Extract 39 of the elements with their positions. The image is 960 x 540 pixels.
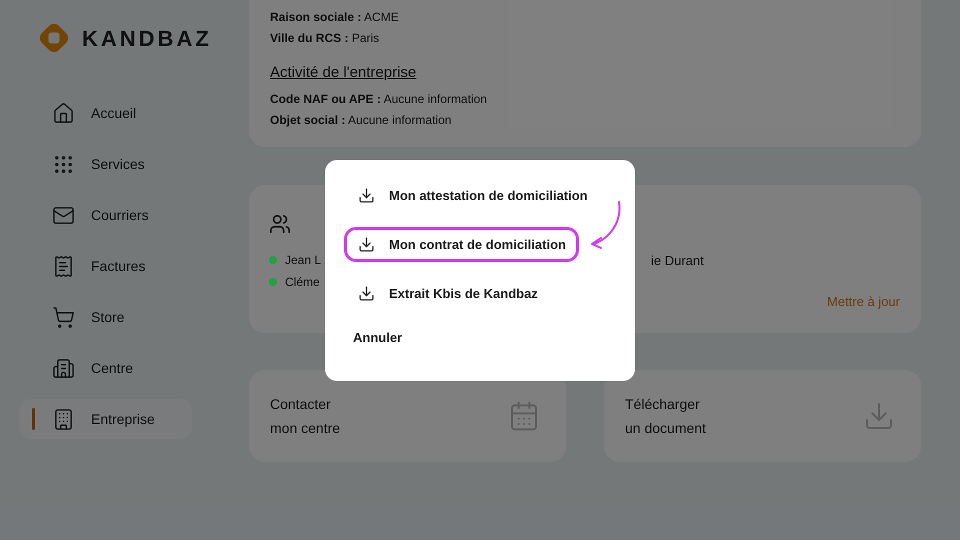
card-label: mon centre (270, 419, 340, 438)
person-name: Jean L (285, 252, 322, 269)
sidebar-item[interactable]: Courriers (19, 195, 192, 235)
home-icon (52, 102, 75, 124)
card-label: Télécharger (625, 395, 701, 414)
sidebar-item[interactable]: Store (19, 297, 192, 337)
section-title: Activité de l'entreprise (270, 63, 418, 83)
info-line: Ville du RCS : Paris (270, 30, 380, 47)
people-icon (269, 213, 291, 235)
download-icon (358, 285, 375, 302)
building-icon (52, 356, 75, 380)
person-name: Cléme (285, 274, 320, 291)
info-line: Raison sociale : ACME (270, 9, 400, 26)
sidebar-item[interactable]: Accueil (19, 93, 192, 133)
action-card[interactable]: Contacter mon centre (249, 370, 566, 462)
card-label: un document (625, 419, 706, 438)
info-line: Objet social : Aucune information (270, 112, 452, 128)
menu-option[interactable]: Extrait Kbis de Kandbaz (344, 276, 551, 311)
download-icon (358, 236, 375, 253)
receipt-icon (52, 254, 75, 278)
sidebar-item[interactable]: Services (19, 144, 192, 184)
action-card[interactable]: Télécharger un document (604, 370, 921, 462)
active-indicator (32, 408, 35, 430)
cart-icon (52, 306, 75, 328)
person-name: ie Durant (651, 252, 704, 270)
cancel-button[interactable]: Annuler (353, 328, 402, 348)
sidebar-item[interactable]: Centre (19, 348, 192, 388)
card-label: Contacter (270, 395, 332, 414)
download-icon (863, 400, 895, 432)
info-line: Code NAF ou APE : Aucune information (270, 90, 488, 108)
brand-name: KANDBAZ (82, 24, 212, 52)
download-icon (358, 187, 375, 204)
building-icon (52, 408, 75, 430)
menu-option[interactable]: Mon contrat de domiciliation (344, 227, 579, 262)
sidebar-item[interactable]: Entreprise (19, 399, 192, 439)
update-link[interactable]: Mettre à jour (827, 292, 900, 311)
calendar-icon (508, 400, 540, 432)
sidebar-item[interactable]: Factures (19, 246, 192, 286)
menu-option[interactable]: Mon attestation de domiciliation (344, 178, 601, 213)
